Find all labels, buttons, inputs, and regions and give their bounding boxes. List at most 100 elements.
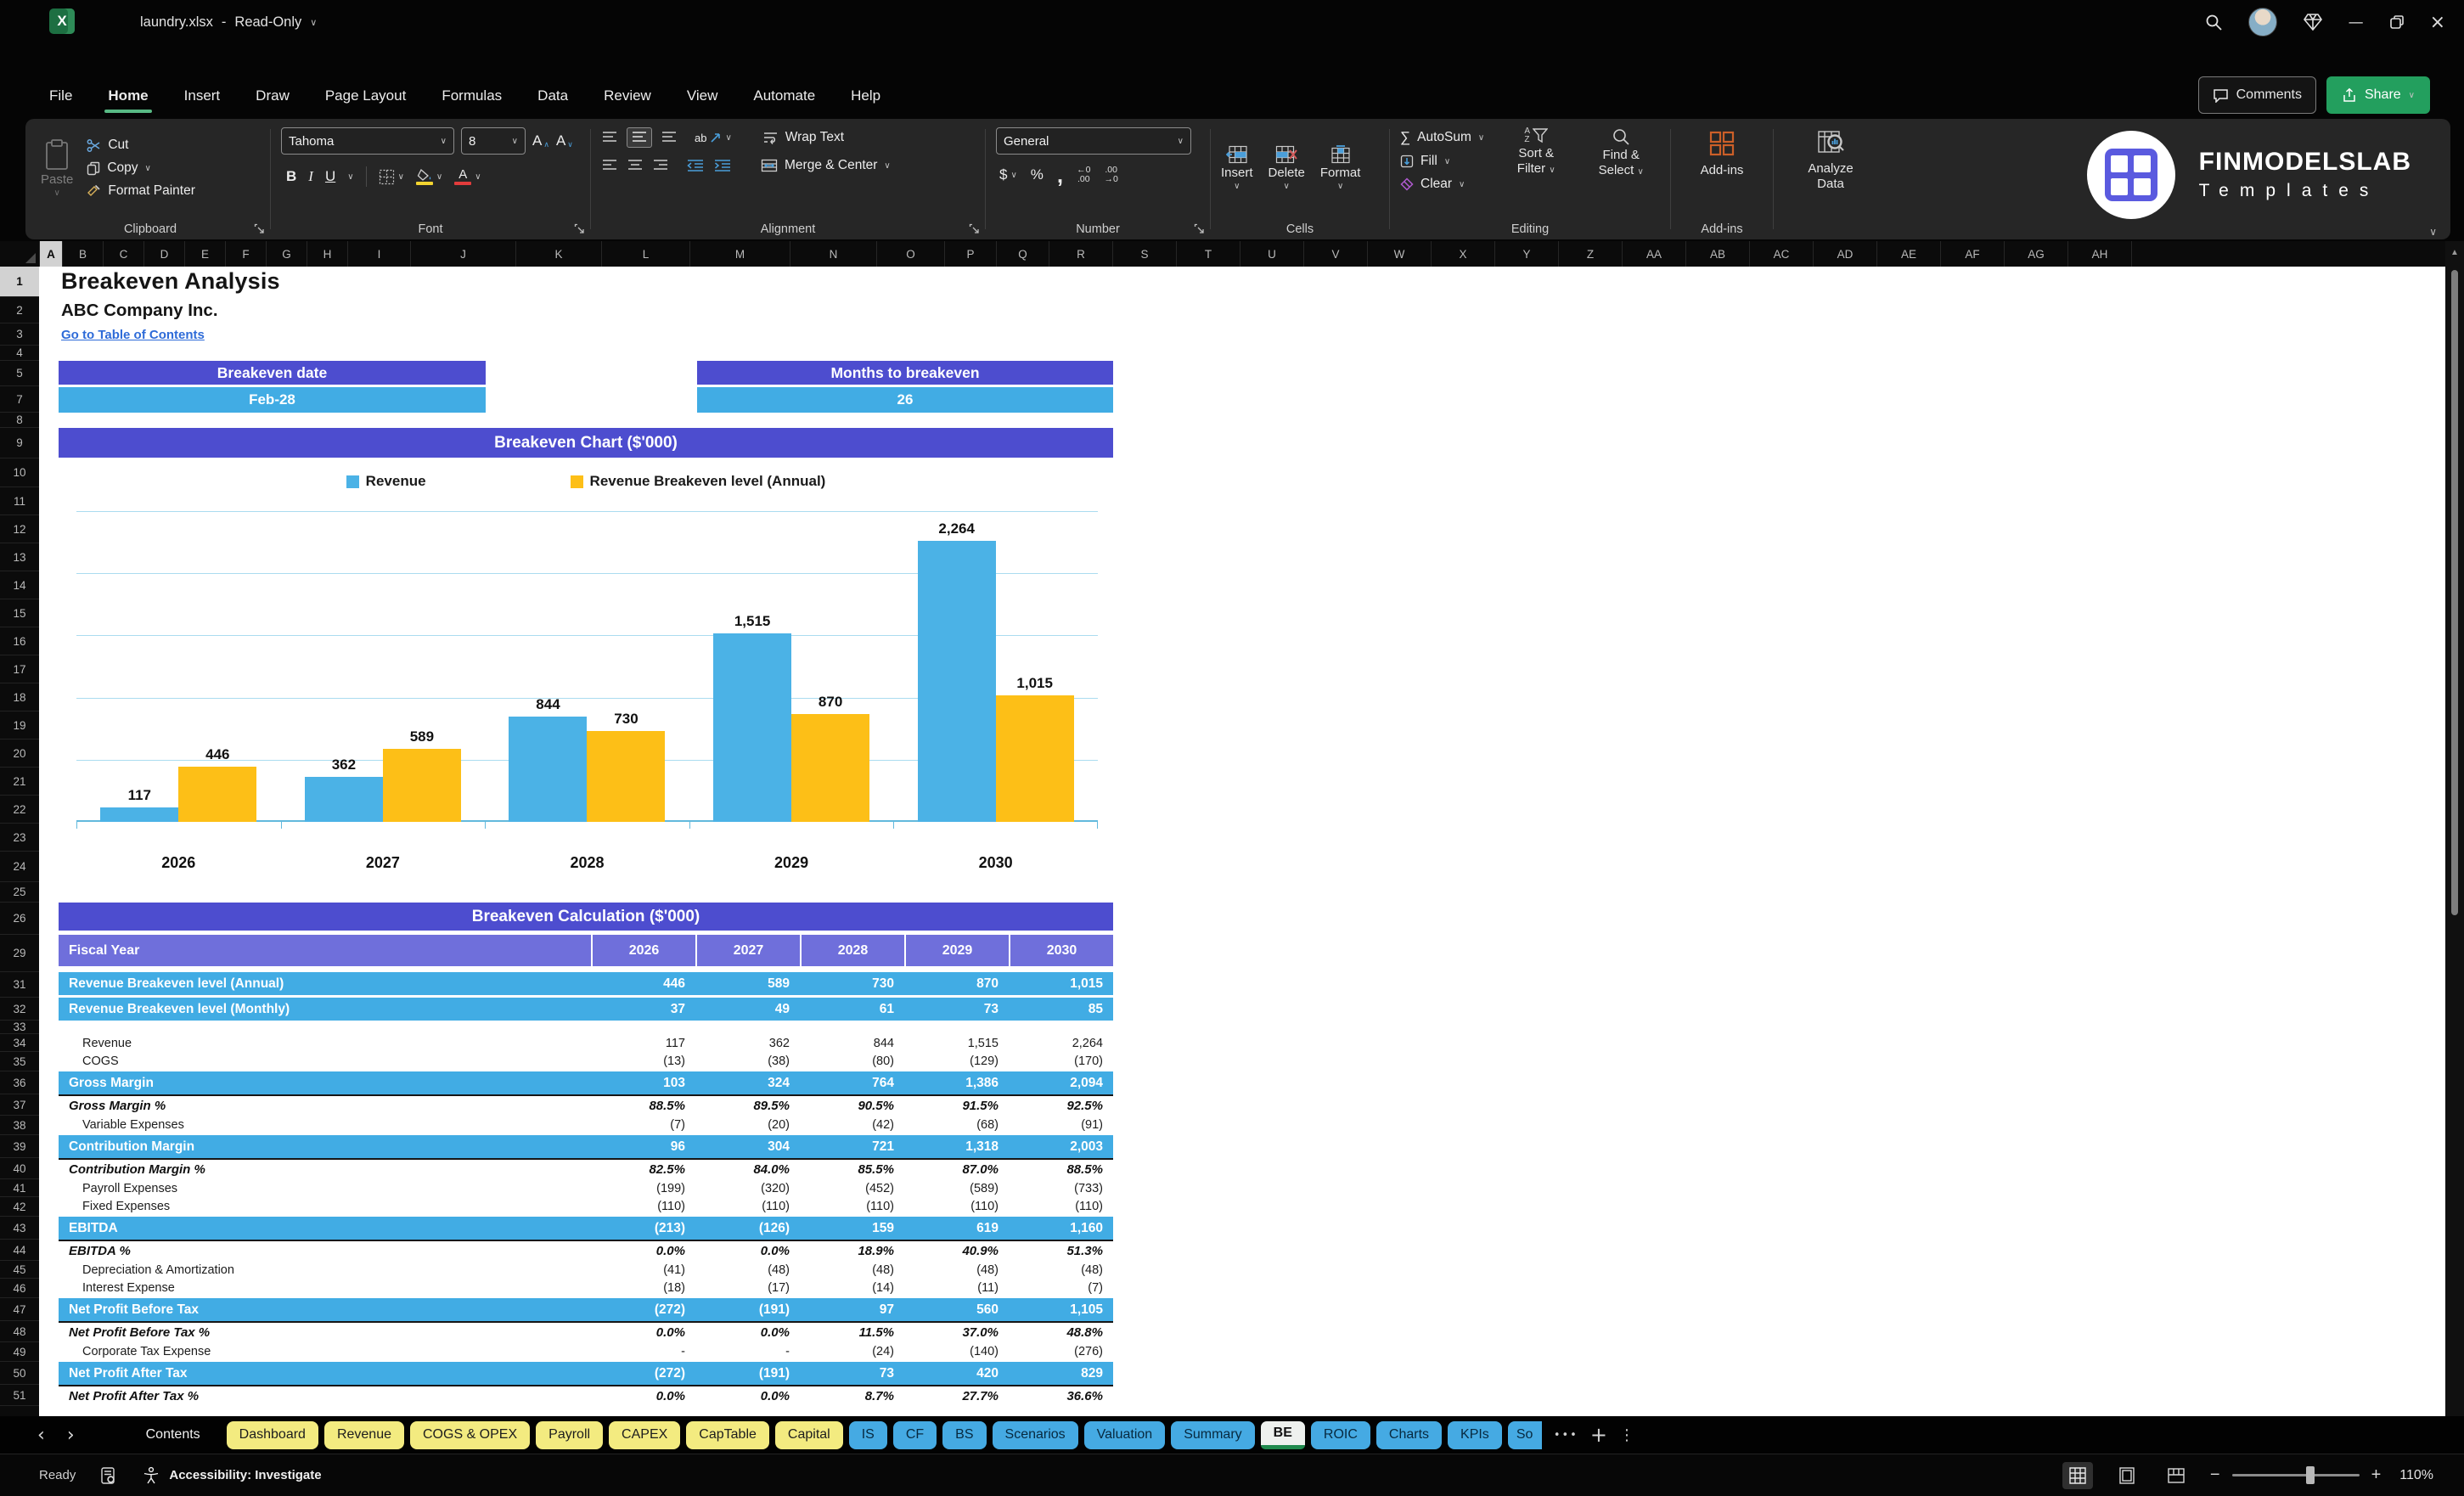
font-family-select[interactable]: Tahoma ∨ bbox=[281, 127, 454, 155]
cell-payroll-expenses-2027[interactable]: (320) bbox=[695, 1179, 800, 1197]
number-format-select[interactable]: General ∨ bbox=[996, 127, 1191, 155]
column-header-D[interactable]: D bbox=[144, 241, 185, 267]
cell-depreciation-amortization-2026[interactable]: (41) bbox=[591, 1261, 695, 1279]
row-header-23[interactable]: 23 bbox=[0, 824, 39, 852]
ribbon-tab-review[interactable]: Review bbox=[602, 84, 653, 108]
cell-revenue-breakeven-level-annual-2026[interactable]: 446 bbox=[591, 972, 695, 995]
row-header-21[interactable]: 21 bbox=[0, 768, 39, 796]
cell-interest-expense-2027[interactable]: (17) bbox=[695, 1279, 800, 1296]
row-header-49[interactable]: 49 bbox=[0, 1342, 39, 1362]
column-header-AB[interactable]: AB bbox=[1686, 241, 1750, 267]
cell-revenue-2030[interactable]: 2,264 bbox=[1009, 1034, 1113, 1052]
column-header-B[interactable]: B bbox=[63, 241, 104, 267]
column-header-S[interactable]: S bbox=[1113, 241, 1177, 267]
cell-contribution-margin-2026[interactable]: 82.5% bbox=[591, 1160, 695, 1179]
cell-variable-expenses-2028[interactable]: (42) bbox=[800, 1116, 904, 1133]
sheet-tab-valuation[interactable]: Valuation bbox=[1083, 1420, 1166, 1449]
column-header-V[interactable]: V bbox=[1304, 241, 1368, 267]
column-header-L[interactable]: L bbox=[602, 241, 690, 267]
row-header-42[interactable]: 42 bbox=[0, 1197, 39, 1217]
sheet-tab-contents[interactable]: Contents bbox=[126, 1421, 221, 1449]
cell-revenue-2026[interactable]: 117 bbox=[591, 1034, 695, 1052]
cell-fixed-expenses-2030[interactable]: (110) bbox=[1009, 1197, 1113, 1215]
cell-payroll-expenses-2030[interactable]: (733) bbox=[1009, 1179, 1113, 1197]
cell-gross-margin-2030[interactable]: 92.5% bbox=[1009, 1096, 1113, 1116]
ribbon-tab-view[interactable]: View bbox=[685, 84, 720, 108]
share-button[interactable]: Share ∨ bbox=[2326, 76, 2430, 114]
ribbon-tab-file[interactable]: File bbox=[48, 84, 74, 108]
cell-revenue-breakeven-level-monthly-2028[interactable]: 61 bbox=[800, 998, 904, 1021]
find-select-button[interactable]: Find & Select ∨ bbox=[1588, 127, 1654, 180]
cell-corporate-tax-expense-2030[interactable]: (276) bbox=[1009, 1342, 1113, 1360]
row-label-net-profit-after-tax[interactable]: Net Profit After Tax % bbox=[59, 1386, 591, 1406]
diamond-premium-icon[interactable] bbox=[2303, 13, 2323, 31]
normal-view-icon[interactable] bbox=[2062, 1461, 2093, 1489]
cell-revenue-breakeven-level-annual-2028[interactable]: 730 bbox=[800, 972, 904, 995]
cell-ebitda-2030[interactable]: 1,160 bbox=[1009, 1217, 1113, 1240]
ribbon-tab-insert[interactable]: Insert bbox=[183, 84, 222, 108]
align-top-button[interactable] bbox=[601, 131, 618, 144]
cell-revenue-2028[interactable]: 844 bbox=[800, 1034, 904, 1052]
table-of-contents-link[interactable]: Go to Table of Contents bbox=[61, 328, 205, 342]
column-header-AC[interactable]: AC bbox=[1750, 241, 1814, 267]
column-header-A[interactable]: A bbox=[40, 241, 63, 267]
column-header-P[interactable]: P bbox=[945, 241, 997, 267]
cell-fixed-expenses-2027[interactable]: (110) bbox=[695, 1197, 800, 1215]
column-header-F[interactable]: F bbox=[226, 241, 267, 267]
grow-font-button[interactable]: A ∧ bbox=[532, 132, 549, 149]
cell-depreciation-amortization-2029[interactable]: (48) bbox=[904, 1261, 1009, 1279]
cell-net-profit-after-tax-2030[interactable]: 36.6% bbox=[1009, 1386, 1113, 1406]
vertical-scrollbar-thumb[interactable] bbox=[2451, 270, 2458, 915]
column-header-E[interactable]: E bbox=[185, 241, 226, 267]
cell-contribution-margin-2027[interactable]: 84.0% bbox=[695, 1160, 800, 1179]
cell-net-profit-after-tax-2030[interactable]: 829 bbox=[1009, 1362, 1113, 1385]
ribbon-tab-data[interactable]: Data bbox=[536, 84, 570, 108]
align-left-button[interactable] bbox=[601, 159, 618, 172]
cell-revenue-breakeven-level-monthly-2029[interactable]: 73 bbox=[904, 998, 1009, 1021]
clear-button[interactable]: Clear ∨ bbox=[1400, 177, 1484, 192]
row-header-9[interactable]: 9 bbox=[0, 428, 39, 458]
row-header-18[interactable]: 18 bbox=[0, 683, 39, 711]
cell-contribution-margin-2029[interactable]: 87.0% bbox=[904, 1160, 1009, 1179]
close-button[interactable]: × bbox=[2430, 12, 2445, 33]
worksheet[interactable]: Breakeven Analysis ABC Company Inc. Go t… bbox=[39, 267, 2447, 1416]
sheet-tab-revenue[interactable]: Revenue bbox=[323, 1420, 404, 1449]
zoom-out-icon[interactable]: − bbox=[2210, 1465, 2220, 1485]
sort-filter-button[interactable]: AZ Sort & Filter ∨ bbox=[1503, 127, 1569, 178]
zoom-slider-handle[interactable] bbox=[2305, 1466, 2315, 1484]
cell-contribution-margin-2028[interactable]: 85.5% bbox=[800, 1160, 904, 1179]
legend-item-revenue-breakeven-level-annual[interactable]: Revenue Breakeven level (Annual) bbox=[570, 473, 825, 490]
column-header-M[interactable]: M bbox=[690, 241, 790, 267]
column-header-AH[interactable]: AH bbox=[2068, 241, 2132, 267]
cell-variable-expenses-2030[interactable]: (91) bbox=[1009, 1116, 1113, 1133]
autosum-button[interactable]: ∑ AutoSum ∨ bbox=[1400, 129, 1484, 146]
row-header-41[interactable]: 41 bbox=[0, 1179, 39, 1197]
row-header-51[interactable]: 51 bbox=[0, 1385, 39, 1406]
column-header-W[interactable]: W bbox=[1368, 241, 1432, 267]
font-color-button[interactable]: A ∨ bbox=[454, 168, 481, 185]
cell-revenue-2027[interactable]: 362 bbox=[695, 1034, 800, 1052]
minimize-button[interactable]: — bbox=[2349, 14, 2364, 31]
ribbon-tab-draw[interactable]: Draw bbox=[254, 84, 291, 108]
cell-payroll-expenses-2028[interactable]: (452) bbox=[800, 1179, 904, 1197]
sheet-tab-capital[interactable]: Capital bbox=[774, 1420, 843, 1449]
cell-contribution-margin-2028[interactable]: 721 bbox=[800, 1135, 904, 1158]
underline-button[interactable]: U bbox=[325, 168, 335, 185]
column-header-U[interactable]: U bbox=[1240, 241, 1304, 267]
row-header-11[interactable]: 11 bbox=[0, 487, 39, 515]
tab-nav-left-icon[interactable]: ‹ bbox=[37, 1425, 45, 1446]
row-header-36[interactable]: 36 bbox=[0, 1071, 39, 1094]
cell-corporate-tax-expense-2029[interactable]: (140) bbox=[904, 1342, 1009, 1360]
sheet-tab-so[interactable]: So bbox=[1507, 1420, 1542, 1449]
cell-net-profit-after-tax-2029[interactable]: 27.7% bbox=[904, 1386, 1009, 1406]
row-header-24[interactable]: 24 bbox=[0, 852, 39, 882]
column-header-AE[interactable]: AE bbox=[1877, 241, 1941, 267]
title-chevron-icon[interactable]: ∨ bbox=[310, 17, 317, 28]
cell-gross-margin-2026[interactable]: 88.5% bbox=[591, 1096, 695, 1116]
bold-button[interactable]: B bbox=[286, 168, 296, 185]
ribbon-tab-home[interactable]: Home bbox=[104, 84, 152, 113]
row-header-33[interactable]: 33 bbox=[0, 1021, 39, 1034]
wrap-text-button[interactable]: Wrap Text bbox=[762, 130, 844, 145]
borders-button[interactable]: ∨ bbox=[379, 169, 404, 185]
more-sheets-button[interactable]: ••• bbox=[1554, 1429, 1578, 1442]
